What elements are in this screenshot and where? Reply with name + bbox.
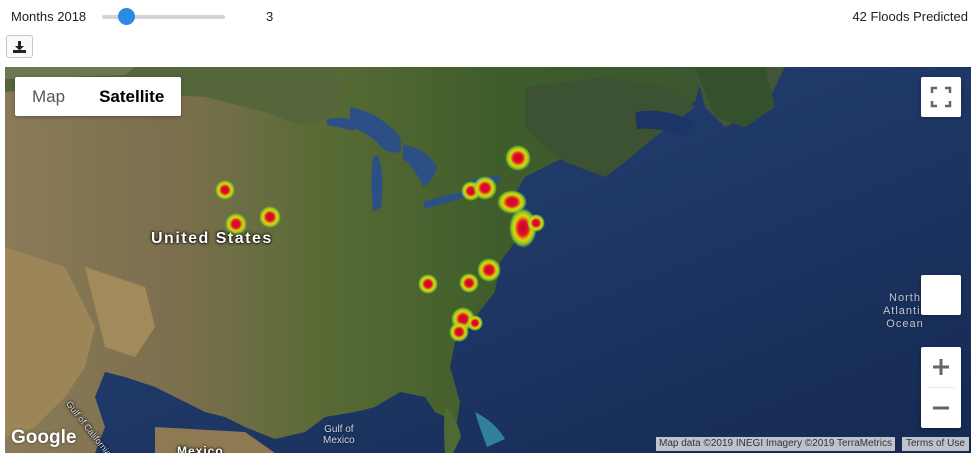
map-attribution: Map data ©2019 INEGI Imagery ©2019 Terra…	[656, 437, 895, 451]
months-slider-label: Months 2018	[11, 9, 87, 24]
satellite-map-imagery	[5, 67, 971, 453]
minus-icon	[933, 406, 949, 410]
ocean-label-line3: Ocean	[886, 318, 924, 330]
map-type-satellite-button[interactable]: Satellite	[82, 77, 181, 116]
top-bar: Months 2018 3 42 Floods Predicted	[0, 0, 975, 32]
map-type-map-button[interactable]: Map	[15, 77, 82, 116]
label-mexico: Mexico	[177, 444, 224, 453]
gulf-mexico-line2: Mexico	[323, 435, 355, 446]
zoom-out-button[interactable]	[921, 388, 961, 428]
fullscreen-button[interactable]	[921, 77, 961, 117]
label-gulf-of-mexico: Gulf of Mexico	[323, 424, 355, 446]
zoom-control	[921, 347, 961, 428]
fullscreen-icon	[930, 86, 952, 108]
months-slider-thumb[interactable]	[117, 8, 135, 25]
label-united-states: United States	[151, 230, 273, 247]
download-button[interactable]	[6, 35, 33, 58]
zoom-in-button[interactable]	[921, 347, 961, 387]
floods-predicted-count: 42 Floods Predicted	[852, 9, 968, 24]
download-icon	[13, 40, 26, 53]
map-container[interactable]: United States North Atlantic Ocean Gulf …	[5, 67, 971, 453]
plus-icon	[933, 359, 949, 375]
terms-of-use-link[interactable]: Terms of Use	[902, 437, 969, 451]
gulf-mexico-line1: Gulf of	[324, 424, 354, 435]
map-type-control: Map Satellite	[15, 77, 182, 116]
months-slider-value: 3	[266, 9, 274, 24]
street-view-pegman-button[interactable]	[921, 275, 961, 315]
google-logo: Google	[11, 427, 77, 448]
